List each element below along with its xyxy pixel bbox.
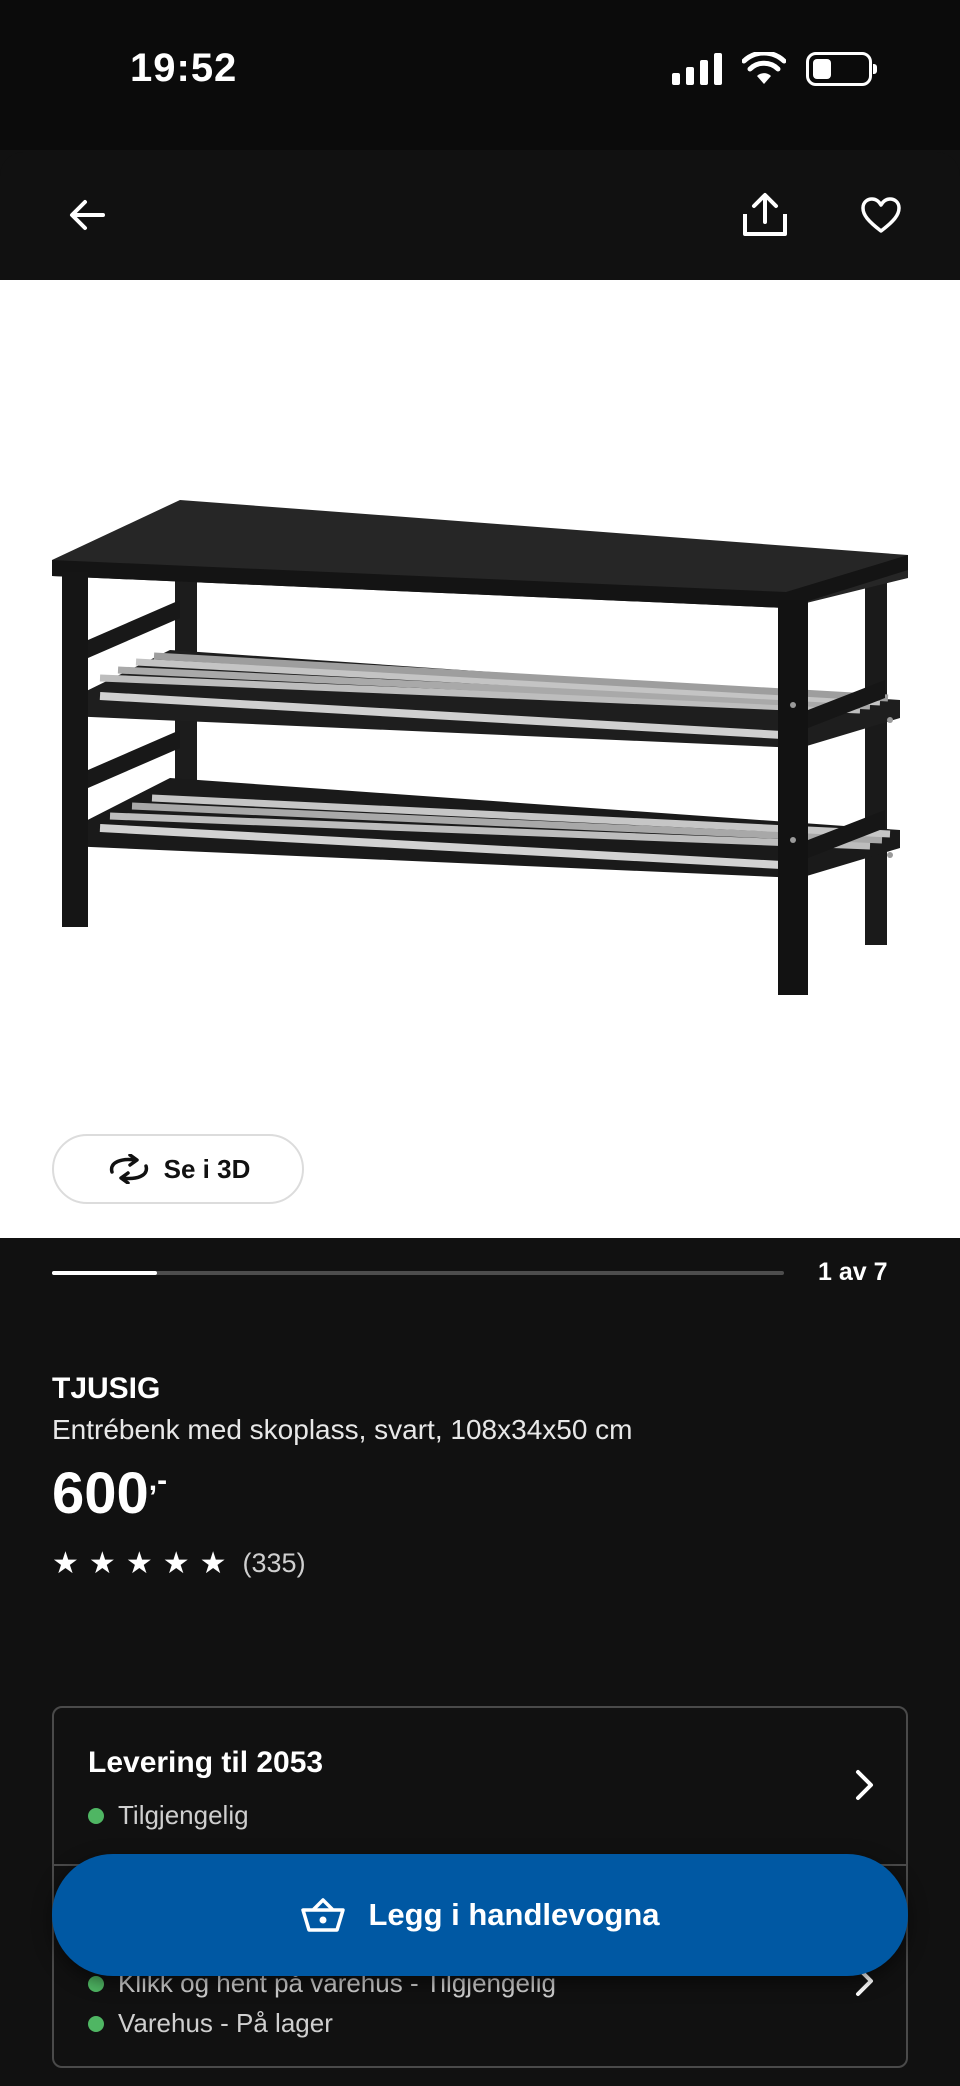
price-suffix: ,- [148,1464,168,1497]
status-bar: 19:52 [0,0,960,150]
gallery-progress [52,1271,784,1275]
share-icon [743,193,787,236]
delivery-status: Tilgjengelig [118,1800,249,1830]
delivery-option-row[interactable]: Levering til 2053 Tilgjengelig [54,1708,906,1866]
store-status: Varehus - På lager [118,2008,333,2038]
star-icon: ★ [125,1546,153,1580]
rotate-3d-icon [109,1154,148,1184]
chevron-right-icon [856,1770,873,1800]
store-availability: Varehus - På lager [88,2008,333,2039]
product-description: Entrébenk med skoplass, svart, 108x34x50… [52,1414,633,1445]
favorite-button[interactable] [846,180,916,250]
status-icons [672,52,877,86]
rating-count: (335) [242,1548,306,1578]
add-to-cart-label: Legg i handlevogna [368,1897,660,1932]
battery-icon [806,52,877,86]
product-price: 600,- [52,1460,167,1527]
product-rating[interactable]: ★ ★ ★ ★ ★ (335) [52,1548,306,1579]
back-button[interactable] [52,180,122,250]
product-image [52,500,908,995]
delivery-title: Levering til 2053 [88,1746,324,1779]
view-3d-button[interactable]: Se i 3D [52,1134,304,1204]
view-3d-label: Se i 3D [163,1153,251,1184]
top-nav [0,152,960,280]
available-dot-icon [88,1975,104,1992]
cellular-signal-icon [672,53,722,85]
star-icon: ★ [199,1546,227,1580]
product-name: TJUSIG [52,1372,161,1405]
heart-icon [861,197,901,233]
wifi-icon [742,52,786,84]
star-icon: ★ [88,1546,116,1580]
price-value: 600 [52,1461,149,1526]
gallery-progress-fill [52,1271,157,1275]
shopping-basket-icon [301,1898,346,1932]
gallery-counter: 1 av 7 [818,1258,888,1286]
delivery-availability: Tilgjengelig [88,1800,249,1831]
add-to-cart-button[interactable]: Legg i handlevogna [52,1854,908,1976]
status-time: 19:52 [130,46,238,90]
share-button[interactable] [730,180,800,250]
star-icon: ★ [52,1546,79,1580]
available-dot-icon [88,2015,104,2032]
rating-stars: ★ ★ ★ ★ ★ [52,1546,227,1580]
arrow-left-icon [70,200,105,230]
product-image-gallery[interactable]: Se i 3D [0,280,960,1238]
available-dot-icon [88,1807,104,1824]
star-icon: ★ [162,1546,190,1580]
